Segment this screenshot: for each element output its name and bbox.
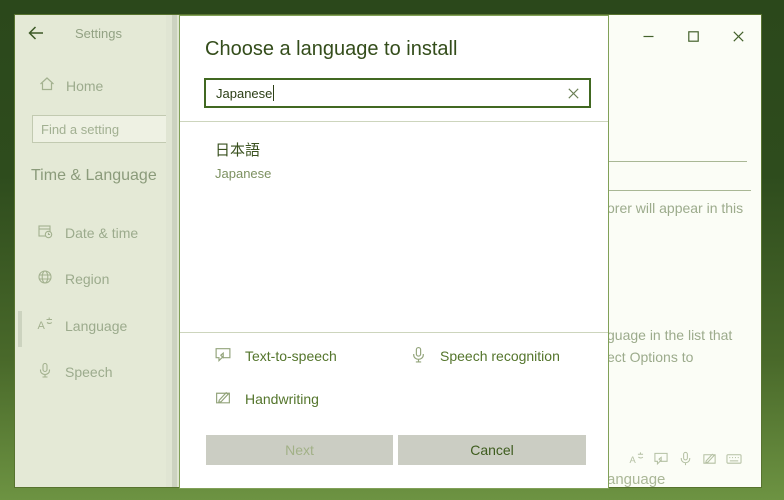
- text-to-speech-icon: [214, 346, 232, 366]
- clear-search-icon[interactable]: [568, 87, 579, 99]
- language-search-input[interactable]: Japanese: [204, 78, 591, 108]
- text-to-speech-capability-icon: [653, 451, 669, 471]
- find-a-setting-input[interactable]: [32, 115, 168, 143]
- microphone-icon: [37, 362, 53, 381]
- sidebar-item-region[interactable]: Region: [37, 269, 109, 288]
- sidebar-item-label: Language: [65, 317, 128, 334]
- sidebar-item-label: Home: [66, 77, 104, 94]
- maximize-button[interactable]: [671, 23, 716, 49]
- search-input-value: Japanese: [216, 85, 273, 101]
- back-arrow-icon[interactable]: [27, 24, 45, 47]
- sidebar-scrollbar[interactable]: [166, 15, 179, 487]
- dialog-title: Choose a language to install: [205, 38, 458, 60]
- sidebar-item-language[interactable]: A Language: [37, 316, 127, 335]
- result-english-name: Japanese: [215, 166, 272, 181]
- sidebar-section-title: Time & Language: [31, 167, 157, 184]
- sidebar-item-label: Date & time: [65, 224, 139, 241]
- feature-handwriting: Handwriting: [214, 389, 319, 409]
- display-language-description-fragment: orer will appear in this: [607, 200, 744, 216]
- feature-speech-recognition: Speech recognition: [410, 346, 560, 366]
- divider: [180, 121, 608, 122]
- preferred-languages-description-fragment: ect Options to: [607, 349, 694, 365]
- handwriting-icon: [214, 389, 232, 409]
- feature-label: Text-to-speech: [245, 348, 337, 364]
- language-entry-name-fragment: anguage: [607, 471, 666, 488]
- sidebar: Settings Home Time & Language: [15, 15, 168, 487]
- sidebar-item-label: Speech: [65, 363, 113, 380]
- sidebar-item-home[interactable]: Home: [39, 76, 103, 95]
- svg-text:A: A: [38, 320, 46, 332]
- dropdown-underline: [609, 161, 747, 162]
- feature-label: Speech recognition: [440, 348, 560, 364]
- sidebar-item-speech[interactable]: Speech: [37, 362, 112, 381]
- selected-item-indicator: [18, 311, 22, 347]
- window-title: Settings: [75, 26, 122, 41]
- window-controls: [626, 23, 761, 49]
- language-capability-icon: A: [629, 451, 644, 471]
- language-capability-icons: A: [629, 451, 742, 471]
- desktop: Settings Home Time & Language: [0, 0, 784, 500]
- scrollbar-thumb[interactable]: [172, 15, 177, 487]
- text-caret: [273, 85, 275, 101]
- divider: [180, 332, 608, 333]
- dropdown-underline: [609, 190, 751, 191]
- speech-recognition-icon: [410, 346, 427, 366]
- sidebar-item-label: Region: [65, 270, 110, 287]
- globe-icon: [37, 269, 53, 288]
- preferred-languages-description-fragment: guage in the list that: [607, 327, 733, 343]
- home-icon: [39, 76, 55, 95]
- language-icon: A: [37, 316, 53, 335]
- cancel-button[interactable]: Cancel: [398, 435, 586, 465]
- minimize-button[interactable]: [626, 23, 671, 49]
- close-button[interactable]: [716, 23, 761, 49]
- calendar-clock-icon: [37, 223, 53, 242]
- handwriting-capability-icon: [702, 451, 717, 471]
- sidebar-item-date-time[interactable]: Date & time: [37, 223, 138, 242]
- next-button[interactable]: Next: [206, 435, 393, 465]
- feature-text-to-speech: Text-to-speech: [214, 346, 337, 366]
- feature-label: Handwriting: [245, 391, 319, 407]
- result-native-name: 日本語: [215, 142, 261, 159]
- settings-window: Settings Home Time & Language: [14, 14, 762, 489]
- choose-language-dialog: Choose a language to install Japanese 日本…: [179, 15, 609, 489]
- microphone-capability-icon: [678, 451, 693, 471]
- svg-text:A: A: [629, 455, 636, 465]
- keyboard-capability-icon: [726, 451, 742, 471]
